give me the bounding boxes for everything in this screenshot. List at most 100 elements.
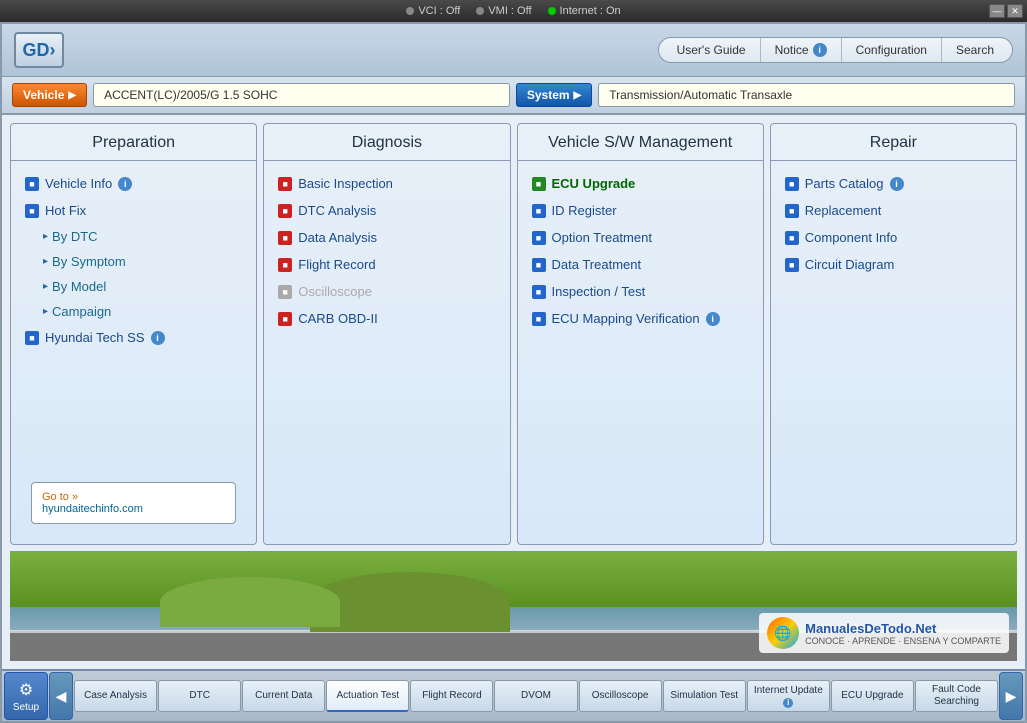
hyundai-link-box[interactable]: Go to » hyundaitechinfo.com — [31, 482, 236, 524]
ecu-mapping-info-icon: i — [706, 312, 720, 326]
title-bar-controls: — ✕ — [989, 4, 1023, 18]
replacement-icon: ■ — [785, 204, 799, 218]
parts-catalog-icon: ■ — [785, 177, 799, 191]
vehicle-sw-panel: Vehicle S/W Management ■ ECU Upgrade ■ I… — [517, 123, 764, 545]
tab-case-analysis[interactable]: Case Analysis — [74, 680, 157, 712]
toolbar-prev-button[interactable]: ◀ — [49, 672, 73, 720]
title-bar: VCI : Off VMI : Off Internet : On — ✕ — [0, 0, 1027, 22]
carb-obd-icon: ■ — [278, 312, 292, 326]
goto-text: Go to » — [42, 491, 225, 503]
ecu-upgrade-item[interactable]: ■ ECU Upgrade — [530, 171, 751, 196]
vci-dot — [406, 7, 414, 15]
vehicle-arrow-icon: ▶ — [68, 90, 76, 101]
toolbar-next-button[interactable]: ▶ — [999, 672, 1023, 720]
vehicle-info-item[interactable]: ■ Vehicle Info i — [23, 171, 244, 196]
main-window: GD› User's Guide Notice i Configuration … — [0, 22, 1027, 723]
tab-actuation-test[interactable]: Actuation Test — [326, 680, 409, 712]
internet-label: Internet : On — [560, 5, 621, 17]
vehicle-sw-title: Vehicle S/W Management — [518, 124, 763, 161]
users-guide-button[interactable]: User's Guide — [663, 38, 761, 62]
tab-dtc[interactable]: DTC — [158, 680, 241, 712]
notice-info-icon: i — [813, 43, 827, 57]
hot-fix-icon: ■ — [25, 204, 39, 218]
campaign-item[interactable]: Campaign — [23, 300, 244, 323]
close-button[interactable]: ✕ — [1007, 4, 1023, 18]
hot-fix-item[interactable]: ■ Hot Fix — [23, 198, 244, 223]
configuration-button[interactable]: Configuration — [842, 38, 942, 62]
tab-ecu-upgrade[interactable]: ECU Upgrade — [831, 680, 914, 712]
preparation-title: Preparation — [11, 124, 256, 161]
vci-label: VCI : Off — [418, 5, 460, 17]
repair-title: Repair — [771, 124, 1016, 161]
hyundai-tech-ss-item[interactable]: ■ Hyundai Tech SS i — [23, 325, 244, 350]
watermark-subtitle: CONOCE · APRENDE · ENSENA Y COMPARTE — [805, 636, 1001, 646]
data-analysis-item[interactable]: ■ Data Analysis — [276, 225, 497, 250]
vmi-dot — [476, 7, 484, 15]
carb-obd-item[interactable]: ■ CARB OBD-II — [276, 306, 497, 331]
circuit-diagram-item[interactable]: ■ Circuit Diagram — [783, 252, 1004, 277]
dtc-analysis-icon: ■ — [278, 204, 292, 218]
header: GD› User's Guide Notice i Configuration … — [2, 24, 1025, 77]
vehicle-button[interactable]: Vehicle ▶ — [12, 83, 87, 107]
notice-button[interactable]: Notice i — [761, 38, 842, 62]
tab-flight-record[interactable]: Flight Record — [410, 680, 493, 712]
data-analysis-icon: ■ — [278, 231, 292, 245]
by-symptom-item[interactable]: By Symptom — [23, 250, 244, 273]
id-register-item[interactable]: ■ ID Register — [530, 198, 751, 223]
ecu-mapping-item[interactable]: ■ ECU Mapping Verification i — [530, 306, 751, 331]
vmi-label: VMI : Off — [488, 5, 531, 17]
vehicle-bar: Vehicle ▶ ACCENT(LC)/2005/G 1.5 SOHC Sys… — [2, 77, 1025, 115]
tab-current-data[interactable]: Current Data — [242, 680, 325, 712]
parts-catalog-item[interactable]: ■ Parts Catalog i — [783, 171, 1004, 196]
option-treatment-item[interactable]: ■ Option Treatment — [530, 225, 751, 250]
diagnosis-panel: Diagnosis ■ Basic Inspection ■ DTC Analy… — [263, 123, 510, 545]
system-button[interactable]: System ▶ — [516, 83, 592, 107]
replacement-item[interactable]: ■ Replacement — [783, 198, 1004, 223]
tab-simulation-test[interactable]: Simulation Test — [663, 680, 746, 712]
hyundai-url: hyundaitechinfo.com — [42, 503, 225, 515]
ecu-mapping-icon: ■ — [532, 312, 546, 326]
bottom-toolbar: ⚙ Setup ◀ Case Analysis DTC Current Data… — [2, 669, 1025, 721]
tab-dvom[interactable]: DVOM — [494, 680, 577, 712]
oscilloscope-icon: ■ — [278, 285, 292, 299]
dtc-analysis-item[interactable]: ■ DTC Analysis — [276, 198, 497, 223]
internet-dot — [548, 7, 556, 15]
by-dtc-item[interactable]: By DTC — [23, 225, 244, 248]
logo: GD› — [14, 32, 64, 68]
background-image: 🌐 ManualesDeTodo.Net CONOCE · APRENDE · … — [10, 551, 1017, 661]
data-treatment-item[interactable]: ■ Data Treatment — [530, 252, 751, 277]
minimize-button[interactable]: — — [989, 4, 1005, 18]
system-arrow-icon: ▶ — [574, 90, 582, 101]
internet-indicator: Internet : On — [548, 5, 621, 17]
component-info-item[interactable]: ■ Component Info — [783, 225, 1004, 250]
flight-record-item[interactable]: ■ Flight Record — [276, 252, 497, 277]
watermark: 🌐 ManualesDeTodo.Net CONOCE · APRENDE · … — [759, 613, 1009, 653]
id-register-icon: ■ — [532, 204, 546, 218]
tab-oscilloscope[interactable]: Oscilloscope — [579, 680, 662, 712]
search-button[interactable]: Search — [942, 38, 1008, 62]
header-nav: User's Guide Notice i Configuration Sear… — [658, 37, 1013, 63]
hyundai-tech-ss-icon: ■ — [25, 331, 39, 345]
toolbar-tabs: Case Analysis DTC Current Data Actuation… — [74, 680, 998, 712]
inspection-test-item[interactable]: ■ Inspection / Test — [530, 279, 751, 304]
preparation-content: ■ Vehicle Info i ■ Hot Fix By DTC By Sym… — [11, 161, 256, 544]
setup-button[interactable]: ⚙ Setup — [4, 672, 48, 720]
vehicle-sw-content: ■ ECU Upgrade ■ ID Register ■ Option Tre… — [518, 161, 763, 544]
repair-panel: Repair ■ Parts Catalog i ■ Replacement ■… — [770, 123, 1017, 545]
vci-indicator: VCI : Off — [406, 5, 460, 17]
by-model-item[interactable]: By Model — [23, 275, 244, 298]
preparation-panel: Preparation ■ Vehicle Info i ■ Hot Fix B… — [10, 123, 257, 545]
panels-row: Preparation ■ Vehicle Info i ■ Hot Fix B… — [10, 123, 1017, 545]
tab-fault-code-searching[interactable]: Fault Code Searching — [915, 680, 998, 712]
vehicle-value: ACCENT(LC)/2005/G 1.5 SOHC — [93, 83, 510, 107]
diagnosis-title: Diagnosis — [264, 124, 509, 161]
repair-content: ■ Parts Catalog i ■ Replacement ■ Compon… — [771, 161, 1016, 544]
data-treatment-icon: ■ — [532, 258, 546, 272]
flight-record-icon: ■ — [278, 258, 292, 272]
circuit-diagram-icon: ■ — [785, 258, 799, 272]
basic-inspection-item[interactable]: ■ Basic Inspection — [276, 171, 497, 196]
tab-internet-update[interactable]: Internet Update i — [747, 680, 830, 712]
setup-icon: ⚙ — [19, 680, 33, 700]
vehicle-info-info-icon: i — [118, 177, 132, 191]
hyundai-tech-info-icon: i — [151, 331, 165, 345]
